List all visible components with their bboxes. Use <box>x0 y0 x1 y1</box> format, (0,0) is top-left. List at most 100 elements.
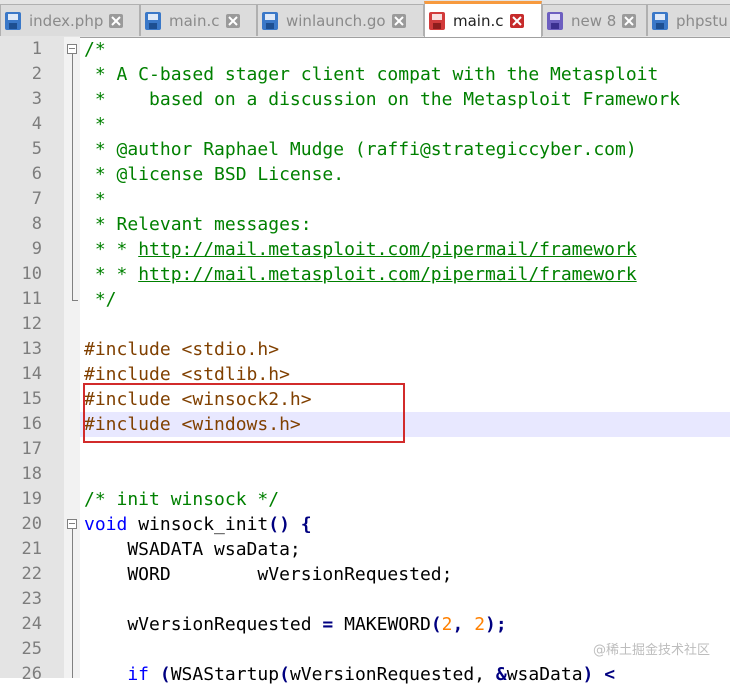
include-file: <stdio.h> <box>170 339 280 360</box>
line-number: 20 <box>21 514 42 534</box>
line-number: 12 <box>21 314 42 334</box>
code-line: */ <box>84 289 117 310</box>
close-tab-icon[interactable] <box>622 13 637 28</box>
paren: () <box>268 514 290 535</box>
tab-label: phpstu <box>676 11 728 30</box>
close-tab-icon[interactable] <box>109 13 124 28</box>
line-number: 17 <box>21 439 42 459</box>
include-directive: #include <box>84 364 171 385</box>
line-number: 24 <box>21 614 42 634</box>
line-number: 5 <box>31 139 42 159</box>
line-number: 8 <box>31 214 42 234</box>
paren: ( <box>430 614 442 635</box>
function-name: winsock_init <box>127 514 269 535</box>
comment-prefix: * * <box>84 239 139 260</box>
line-number: 18 <box>21 464 42 484</box>
code-line: /* <box>84 39 106 60</box>
identifier: wVersionRequested, <box>289 664 496 685</box>
brace: { <box>289 514 312 535</box>
comment-prefix: * * <box>84 264 139 285</box>
save-file-icon <box>652 11 668 30</box>
line-number: 7 <box>31 189 42 209</box>
highlight-box <box>83 383 405 443</box>
url-link[interactable]: http://mail.metasploit.com/pipermail/fra… <box>138 239 637 260</box>
code-line: * based on a discussion on the Metasploi… <box>84 89 681 110</box>
url-link[interactable]: http://mail.metasploit.com/pipermail/fra… <box>138 264 637 285</box>
save-file-icon <box>5 11 21 30</box>
watermark: @稀土掘金技术社区 <box>592 643 710 658</box>
close-tab-icon[interactable] <box>391 13 406 28</box>
close-tab-icon[interactable] <box>509 13 524 28</box>
tab-label: main.c <box>169 11 220 30</box>
paren: ( <box>149 664 171 685</box>
close-tab-icon[interactable] <box>225 13 240 28</box>
keyword: void <box>84 514 128 535</box>
comma: , <box>452 614 475 635</box>
line-number: 10 <box>21 264 42 284</box>
line-number: 11 <box>21 289 42 309</box>
tab-winlaunch-go[interactable]: winlaunch.go <box>257 4 424 36</box>
paren: ); <box>485 614 507 635</box>
line-number: 1 <box>31 39 42 59</box>
code-line: * * http://mail.metasploit.com/pipermail… <box>84 262 637 287</box>
save-file-icon <box>262 11 278 30</box>
line-number: 16 <box>21 414 42 434</box>
line-number: 26 <box>21 664 42 684</box>
code-line: * * http://mail.metasploit.com/pipermail… <box>84 237 637 262</box>
identifier: wsaData <box>506 664 583 685</box>
line-number: 15 <box>21 389 42 409</box>
tab-main-c-1[interactable]: main.c <box>140 4 257 36</box>
tab-bar: index.php main.c winlaunch.go main.c new… <box>0 0 730 38</box>
line-number: 2 <box>31 64 42 84</box>
code-line: wVersionRequested = MAKEWORD(2, 2); <box>84 612 507 637</box>
code-line: * A C-based stager client compat with th… <box>84 64 659 85</box>
identifier: MAKEWORD <box>333 614 431 635</box>
identifier: WSAStartup <box>170 664 280 685</box>
paren: ( <box>279 664 290 685</box>
tab-new-8[interactable]: new 8 <box>542 4 647 36</box>
save-file-icon <box>145 11 161 30</box>
line-number: 6 <box>31 164 42 184</box>
tab-label: new 8 <box>571 11 617 30</box>
unsaved-file-icon <box>429 11 445 30</box>
fold-line <box>72 529 73 678</box>
include-file: <stdlib.h> <box>170 364 290 385</box>
tab-main-c-active[interactable]: main.c <box>424 1 542 37</box>
operator: ) < <box>582 664 616 685</box>
keyword: if <box>84 664 150 685</box>
line-number: 4 <box>31 114 42 134</box>
code-line: /* init winsock */ <box>84 489 280 510</box>
code-line: * Relevant messages: <box>84 214 312 235</box>
code-line: * @license BSD License. <box>84 164 345 185</box>
fold-end-marker <box>72 300 78 301</box>
code-line: * @author Raphael Mudge (raffi@strategic… <box>84 139 637 160</box>
line-number: 21 <box>21 539 42 559</box>
identifier: wVersionRequested <box>84 614 323 635</box>
line-number: 3 <box>31 89 42 109</box>
tab-label: main.c <box>453 11 504 30</box>
line-number: 22 <box>21 564 42 584</box>
code-line: WSADATA wsaData; <box>84 539 301 560</box>
line-number: 13 <box>21 339 42 359</box>
code-line: * <box>84 189 106 210</box>
fold-line <box>72 54 73 300</box>
code-editor[interactable]: 1 2 3 4 5 6 7 8 9 10 11 12 13 14 15 16 1… <box>0 37 730 685</box>
line-number: 23 <box>21 589 42 609</box>
code-line: if (WSAStartup(wVersionRequested, &wsaDa… <box>84 662 615 687</box>
operator: = <box>322 614 334 635</box>
number: 2 <box>441 614 453 635</box>
line-number: 9 <box>31 239 42 259</box>
fold-toggle-icon[interactable] <box>67 44 77 54</box>
line-number: 25 <box>21 639 42 659</box>
code-line: #include <stdio.h> <box>84 337 279 362</box>
line-number: 19 <box>21 489 42 509</box>
line-number: 14 <box>21 364 42 384</box>
code-line: WORD wVersionRequested; <box>84 564 453 585</box>
number: 2 <box>474 614 486 635</box>
code-line: * <box>84 114 106 135</box>
tab-label: winlaunch.go <box>286 11 386 30</box>
tab-index-php[interactable]: index.php <box>0 4 140 36</box>
tab-phpstu[interactable]: phpstu <box>647 4 730 36</box>
fold-toggle-icon[interactable] <box>67 519 77 529</box>
code-line: void winsock_init() { <box>84 512 312 537</box>
